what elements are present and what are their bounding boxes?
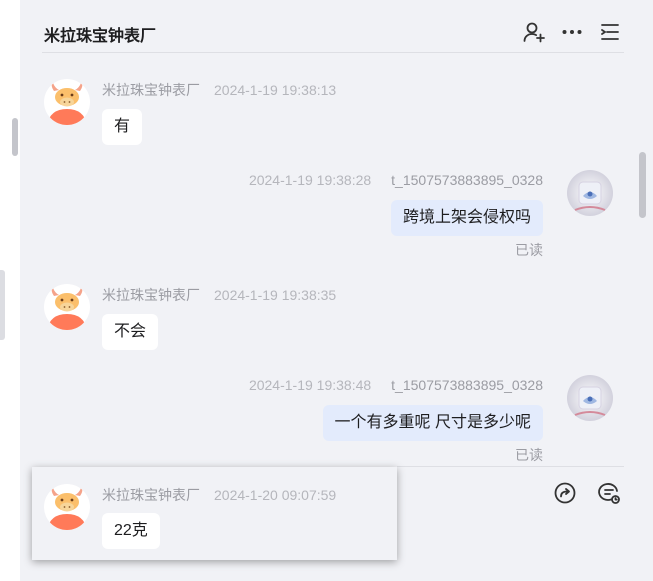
header-actions: [522, 20, 622, 44]
sender-name: 米拉珠宝钟表厂: [102, 487, 200, 503]
highlighted-message[interactable]: 米拉珠宝钟表厂 2024-1-20 09:07:59 22克: [32, 467, 397, 560]
message-time: 2024-1-19 19:38:13: [214, 82, 337, 98]
avatar[interactable]: [44, 284, 90, 330]
chat-header: 米拉珠宝钟表厂: [42, 0, 624, 53]
chat-history-icon[interactable]: [597, 481, 621, 505]
message-time: 2024-1-19 19:38:28: [248, 172, 372, 188]
add-user-icon[interactable]: [522, 20, 546, 44]
chat-title: 米拉珠宝钟表厂: [44, 28, 157, 45]
menu-list-icon[interactable]: [598, 20, 622, 44]
divider: [397, 466, 624, 467]
bull-avatar-icon: [44, 79, 90, 125]
share-icon[interactable]: [553, 481, 577, 505]
bull-avatar-icon: [44, 284, 90, 330]
sender-name: t_1507573883895_0328: [391, 172, 543, 188]
read-status: 已读: [515, 242, 543, 258]
product-avatar-icon: [567, 375, 613, 421]
avatar[interactable]: [567, 375, 613, 421]
message-bubble[interactable]: 22克: [102, 513, 160, 549]
message-bubble[interactable]: 不会: [102, 314, 159, 350]
message-meta: 2024-1-19 19:38:48 t_1507573883895_0328: [249, 377, 543, 393]
message-item: 2024-1-19 19:38:48 t_1507573883895_0328 一…: [20, 363, 620, 473]
product-avatar-icon: [567, 170, 613, 216]
avatar[interactable]: [44, 484, 90, 530]
message-meta: 米拉珠宝钟表厂 2024-1-19 19:38:35: [102, 285, 336, 305]
read-status: 已读: [515, 447, 543, 463]
bull-avatar-icon: [44, 484, 90, 530]
message-meta: 米拉珠宝钟表厂 2024-1-19 19:38:13: [102, 80, 336, 100]
message-item: 米拉珠宝钟表厂 2024-1-19 19:38:13 有: [20, 53, 620, 153]
sender-name: 米拉珠宝钟表厂: [102, 287, 200, 303]
sender-name: t_1507573883895_0328: [391, 377, 543, 393]
more-icon[interactable]: [560, 20, 584, 44]
sender-name: 米拉珠宝钟表厂: [102, 82, 200, 98]
left-collapse-handle[interactable]: [0, 270, 5, 340]
message-item: 米拉珠宝钟表厂 2024-1-19 19:38:35 不会: [20, 258, 620, 358]
message-bubble[interactable]: 有: [102, 109, 143, 145]
chat-scrollbar[interactable]: [639, 152, 646, 218]
avatar[interactable]: [44, 79, 90, 125]
message-time: 2024-1-20 09:07:59: [214, 487, 337, 503]
avatar[interactable]: [567, 170, 613, 216]
message-bubble[interactable]: 一个有多重呢 尺寸是多少呢: [322, 405, 543, 441]
message-meta: 2024-1-19 19:38:28 t_1507573883895_0328: [249, 172, 543, 188]
message-time: 2024-1-19 19:38:48: [248, 377, 372, 393]
message-item: 2024-1-19 19:38:28 t_1507573883895_0328 跨…: [20, 158, 620, 268]
left-scrollbar[interactable]: [12, 118, 18, 156]
message-bubble[interactable]: 跨境上架会侵权吗: [390, 200, 543, 236]
message-meta: 米拉珠宝钟表厂 2024-1-20 09:07:59: [102, 485, 336, 505]
message-time: 2024-1-19 19:38:35: [214, 287, 337, 303]
message-actions: [553, 481, 621, 505]
